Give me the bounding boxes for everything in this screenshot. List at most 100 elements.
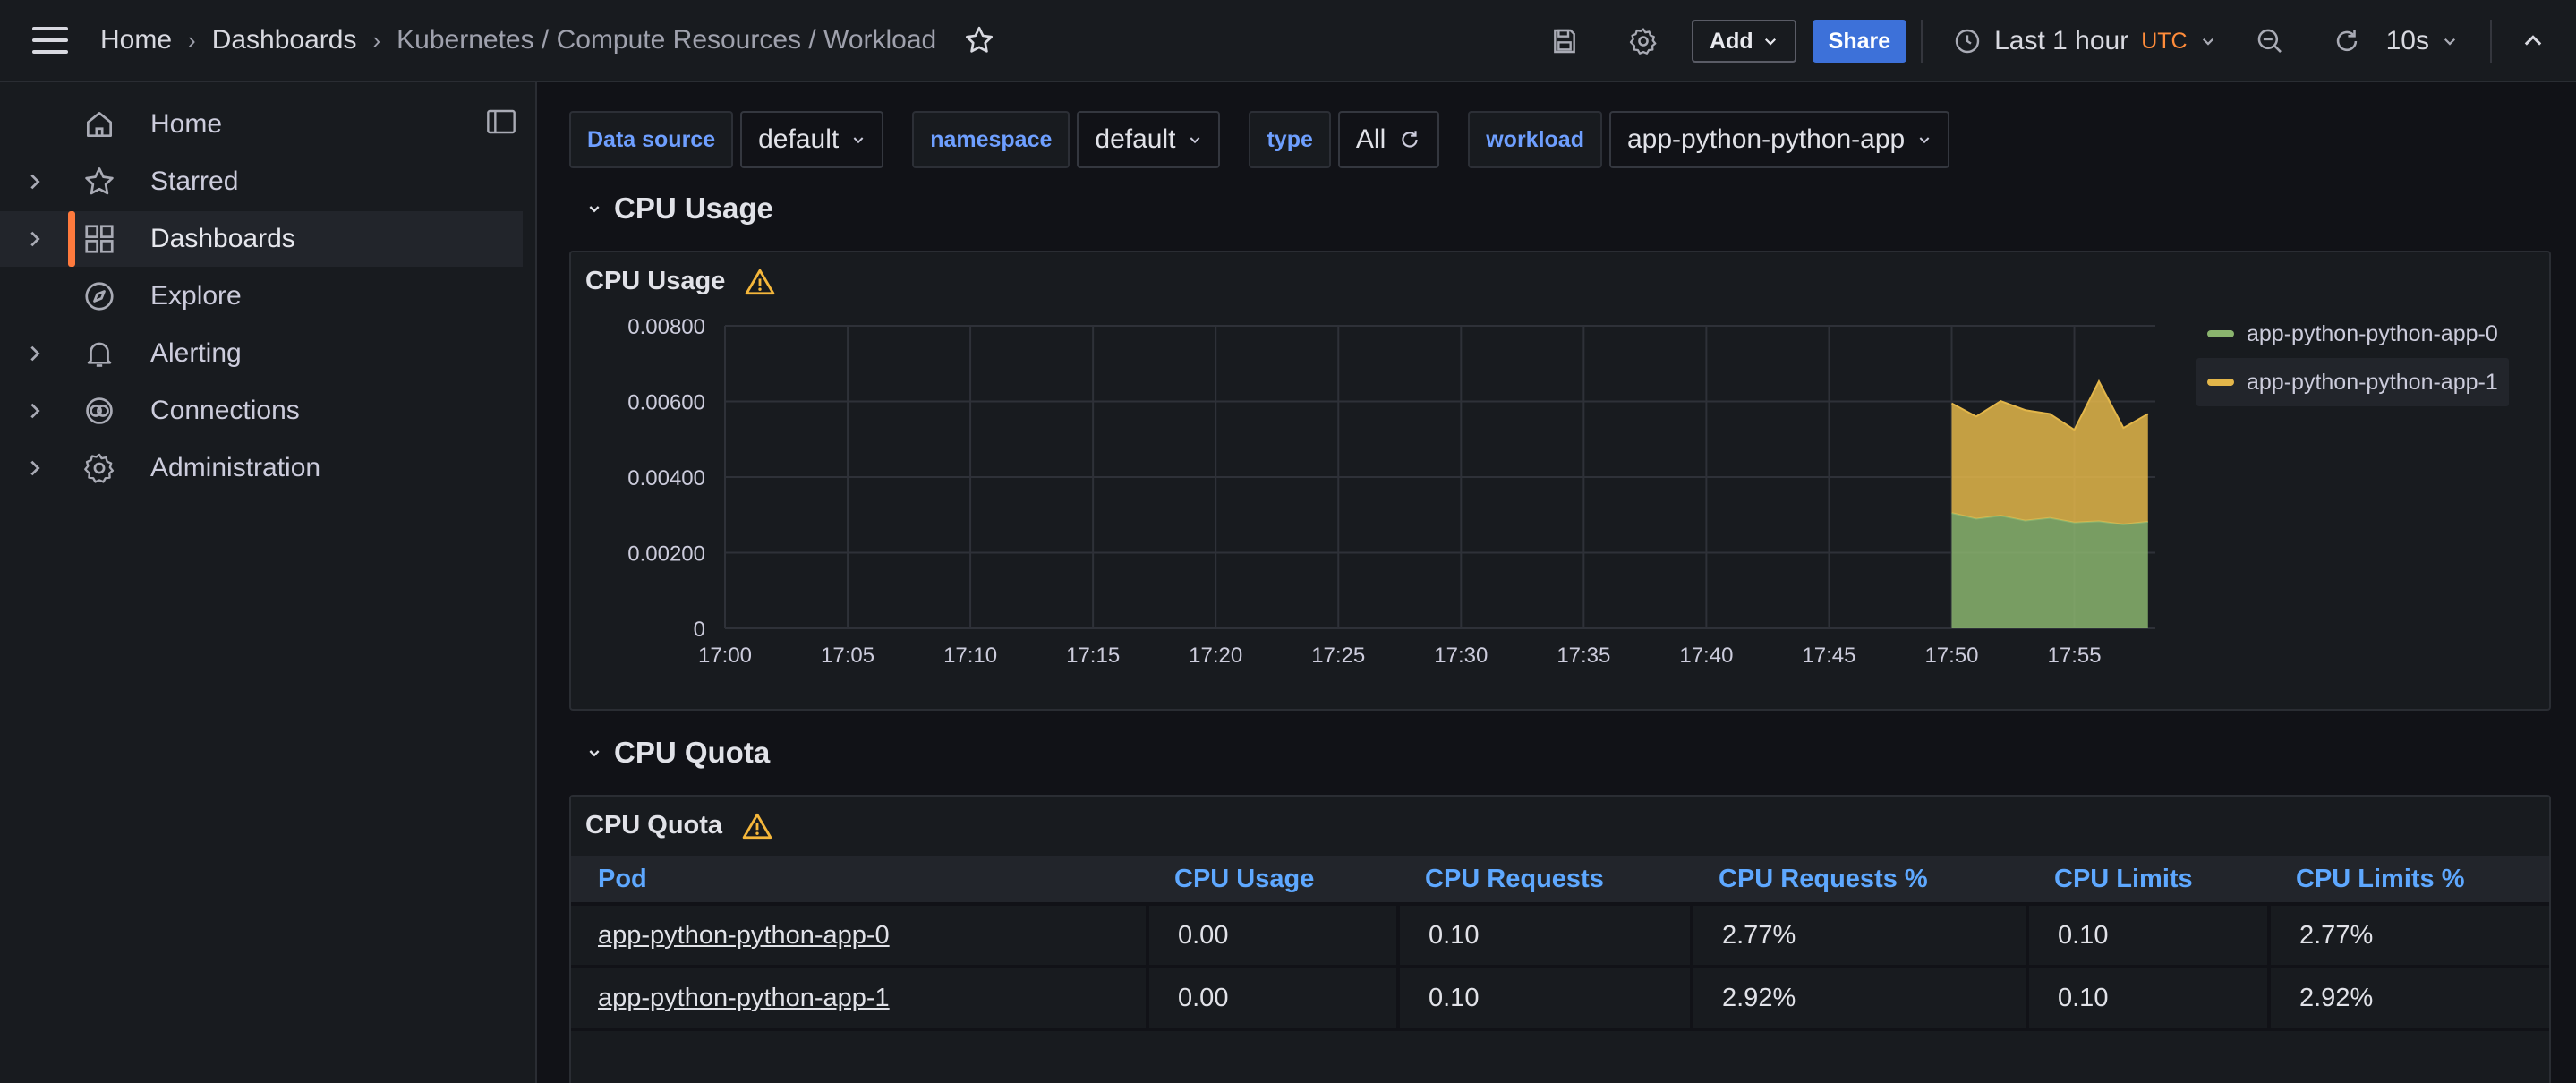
add-button[interactable]: Add: [1692, 20, 1796, 63]
column-header-cpu-requests[interactable]: CPU Requests: [1398, 856, 1692, 906]
sidebar-item-label: Administration: [150, 453, 321, 482]
menu-icon[interactable]: [32, 27, 68, 54]
zoom-out-icon[interactable]: [2243, 14, 2297, 68]
legend-item-series-1[interactable]: app-python-python-app-1: [2196, 358, 2509, 406]
breadcrumb-current-dashboard: Kubernetes / Compute Resources / Workloa…: [397, 25, 937, 55]
divider: [1921, 20, 1923, 63]
row-title: CPU Usage: [614, 192, 773, 225]
chevron-down-icon: [2202, 38, 2213, 46]
x-tick-label: 17:50: [1924, 644, 1978, 668]
star-icon[interactable]: [963, 24, 995, 56]
y-tick-label: 0.00800: [627, 315, 705, 339]
x-tick-label: 17:35: [1557, 644, 1610, 668]
breadcrumb-dashboards[interactable]: Dashboards: [212, 25, 357, 55]
breadcrumb-home[interactable]: Home: [100, 25, 172, 55]
pod-link[interactable]: app-python-python-app-0: [571, 904, 1149, 968]
x-tick-label: 17:45: [1802, 644, 1855, 668]
refresh-icon[interactable]: [1398, 128, 1421, 151]
sidebar-item-explore[interactable]: Explore: [0, 269, 523, 324]
table-header-row: Pod CPU Usage CPU Requests CPU Requests …: [571, 856, 2549, 906]
column-header-cpu-requests-pct[interactable]: CPU Requests %: [1692, 856, 2027, 906]
namespace-select[interactable]: default: [1077, 111, 1221, 168]
refresh-icon[interactable]: [2320, 14, 2374, 68]
column-header-cpu-limits-pct[interactable]: CPU Limits %: [2269, 856, 2549, 906]
table-cell: 0.10: [2027, 904, 2271, 968]
chevron-down-icon: [1190, 137, 1200, 144]
panel-header[interactable]: CPU Quota: [585, 811, 772, 840]
sidebar-item-administration[interactable]: Administration: [0, 440, 523, 496]
share-button[interactable]: Share: [1812, 20, 1907, 63]
variables-bar: Data source default namespace default ty…: [569, 111, 1950, 168]
table-row: app-python-python-app-0 0.00 0.10 2.77% …: [571, 904, 2549, 968]
compass-icon: [85, 282, 114, 311]
cpu-usage-panel: CPU Usage 0 0.00200 0.00400 0.00600 0.00800 1…: [569, 251, 2551, 711]
sidebar-item-home[interactable]: Home: [0, 97, 523, 152]
warning-icon[interactable]: [745, 268, 775, 296]
pod-link[interactable]: app-python-python-app-1: [571, 967, 1149, 1031]
x-tick-label: 17:55: [2048, 644, 2102, 668]
x-tick-label: 17:40: [1679, 644, 1733, 668]
sidebar-item-label: Home: [150, 109, 223, 139]
y-tick-label: 0.00200: [627, 542, 705, 567]
table-cell: 0.10: [1398, 904, 1693, 968]
chevron-up-icon[interactable]: [2506, 14, 2560, 68]
legend-swatch: [2207, 379, 2234, 386]
gear-icon: [84, 453, 115, 483]
chevron-right-icon: ›: [188, 26, 196, 54]
workload-variable-label: workload: [1468, 111, 1602, 168]
gear-icon[interactable]: [1616, 14, 1670, 68]
chevron-right-icon[interactable]: [25, 344, 45, 363]
datasource-variable-label: Data source: [569, 111, 734, 168]
dashboards-grid-icon: [85, 225, 114, 253]
column-header-cpu-limits[interactable]: CPU Limits: [2027, 856, 2269, 906]
refresh-interval-picker[interactable]: 10s: [2386, 26, 2458, 56]
cpu-quota-table: Pod CPU Usage CPU Requests CPU Requests …: [571, 856, 2549, 1031]
datasource-select[interactable]: default: [740, 111, 884, 168]
row-header-cpu-usage[interactable]: CPU Usage: [587, 192, 773, 226]
type-select[interactable]: All: [1337, 111, 1440, 168]
x-tick-label: 17:05: [821, 644, 874, 668]
sidebar-item-label: Connections: [150, 396, 300, 425]
time-range-picker[interactable]: Last 1 hour UTC: [1953, 26, 2216, 56]
timezone-label: UTC: [2141, 28, 2188, 54]
sidebar-item-label: Explore: [150, 281, 242, 311]
table-cell: 2.92%: [1692, 967, 2029, 1031]
column-header-cpu-usage[interactable]: CPU Usage: [1147, 856, 1398, 906]
chevron-right-icon: ›: [372, 26, 381, 54]
chevron-right-icon[interactable]: [25, 458, 45, 478]
table-row: app-python-python-app-1 0.00 0.10 2.92% …: [571, 967, 2549, 1031]
row-header-cpu-quota[interactable]: CPU Quota: [587, 736, 770, 770]
home-icon: [86, 111, 113, 138]
chevron-right-icon[interactable]: [25, 229, 45, 249]
legend-item-series-0[interactable]: app-python-python-app-0: [2196, 310, 2509, 358]
breadcrumb: Home › Dashboards › Kubernetes / Compute…: [100, 25, 936, 55]
x-tick-label: 17:10: [943, 644, 997, 668]
table-cell: 2.77%: [2269, 904, 2549, 968]
top-bar: Home › Dashboards › Kubernetes / Compute…: [0, 0, 2576, 82]
legend-swatch: [2207, 330, 2234, 337]
chevron-down-icon: [853, 137, 864, 144]
workload-select[interactable]: app-python-python-app: [1608, 111, 1950, 168]
warning-icon[interactable]: [742, 812, 772, 840]
y-tick-label: 0.00600: [627, 391, 705, 415]
sidebar-item-dashboards[interactable]: Dashboards: [0, 211, 523, 267]
y-tick-label: 0: [694, 618, 705, 642]
sidebar: Home Starred Dashboards Explore Alerting…: [0, 82, 537, 1083]
chevron-right-icon[interactable]: [25, 401, 45, 421]
divider: [2490, 20, 2492, 63]
sidebar-item-starred[interactable]: Starred: [0, 154, 523, 209]
x-tick-label: 17:15: [1066, 644, 1120, 668]
sidebar-item-label: Starred: [150, 166, 239, 196]
chevron-right-icon[interactable]: [25, 172, 45, 192]
cpu-usage-chart[interactable]: 0 0.00200 0.00400 0.00600 0.00800 17:00 17:05 1…: [571, 306, 2164, 709]
table-cell: 0.00: [1147, 904, 1400, 968]
grafana-app: Home › Dashboards › Kubernetes / Compute…: [0, 0, 2576, 1083]
x-tick-label: 17:00: [698, 644, 752, 668]
panel-header[interactable]: CPU Usage: [585, 267, 775, 296]
sidebar-item-connections[interactable]: Connections: [0, 383, 523, 439]
save-icon[interactable]: [1538, 14, 1591, 68]
column-header-pod[interactable]: Pod: [571, 856, 1147, 906]
workload-value: app-python-python-app: [1626, 124, 1906, 154]
legend-label: app-python-python-app-0: [2247, 320, 2498, 346]
sidebar-item-alerting[interactable]: Alerting: [0, 326, 523, 381]
